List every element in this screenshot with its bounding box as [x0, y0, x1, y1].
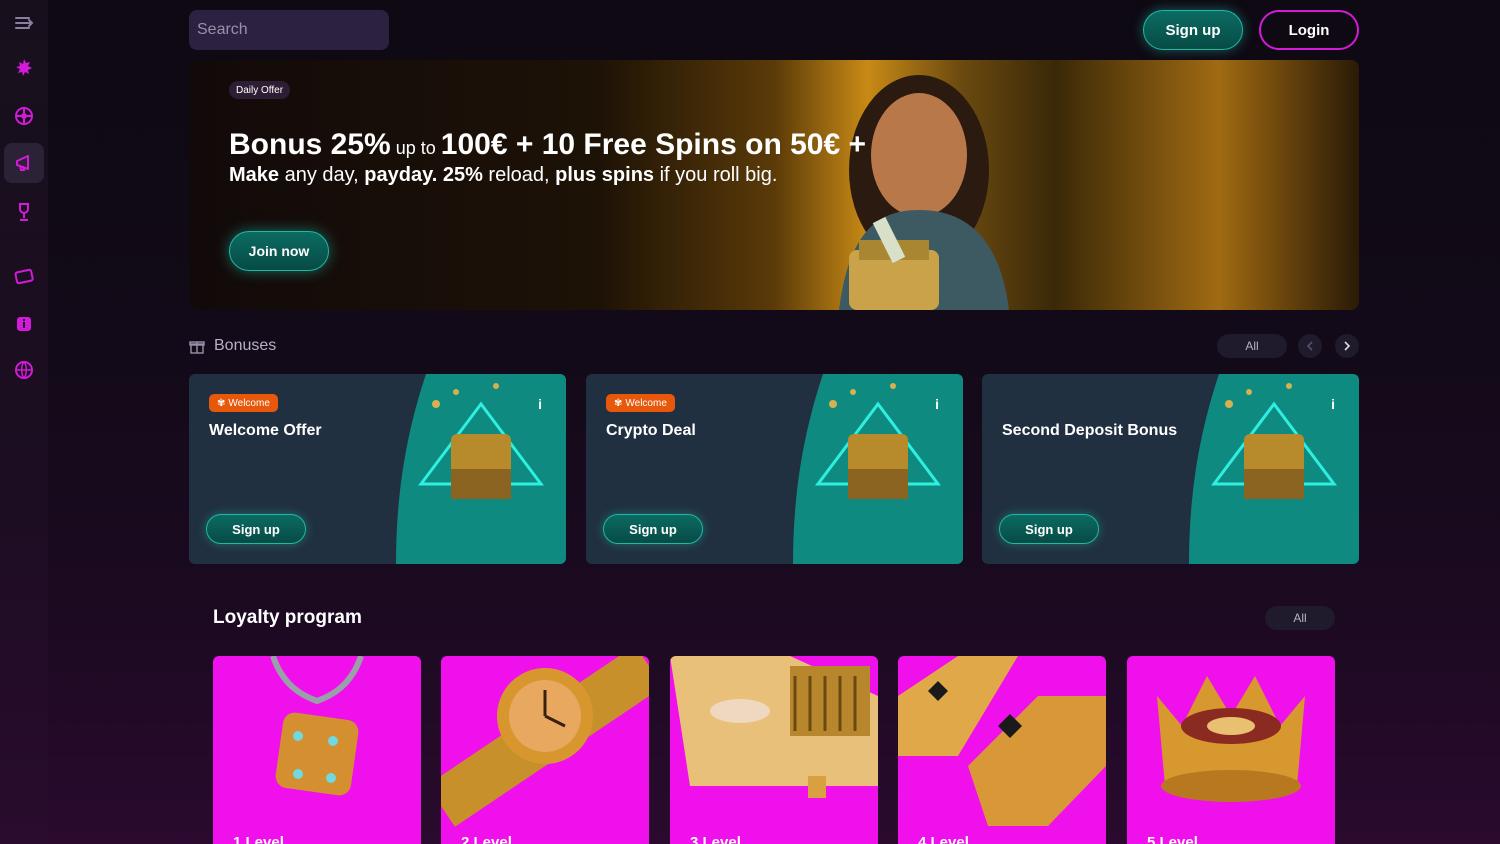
card-title: Welcome Offer: [209, 422, 322, 439]
bonuses-title: Bonuses: [214, 337, 277, 354]
daily-offer-badge: Daily Offer: [229, 81, 291, 99]
gold-watch-image: [441, 656, 649, 827]
welcome-badge: ✾ Welcome: [606, 394, 675, 412]
hero-sub-t2: reload,: [482, 164, 556, 186]
trophy-icon: [19, 203, 29, 221]
level-card[interactable]: 3 Level: [670, 656, 878, 844]
casino-chip-icon: [16, 59, 32, 76]
bonuses-next-button[interactable]: [1335, 334, 1359, 358]
sidebar-item-live[interactable]: [4, 96, 44, 136]
gold-crown-roulette-image: [1157, 676, 1305, 802]
hero-sub-b1: Make: [229, 164, 280, 186]
sidebar-item-tournaments[interactable]: [4, 192, 44, 232]
badge-chip-icon: ✾: [217, 397, 226, 409]
hero-subtitle: Make any day, payday. 25% reload, plus s…: [229, 164, 777, 187]
info-icon[interactable]: i: [1331, 396, 1335, 412]
sidebar-item-language[interactable]: [4, 350, 44, 390]
chevron-left-icon: [1306, 341, 1313, 351]
search-bar[interactable]: [189, 10, 404, 50]
card-signup-button[interactable]: Sign up: [603, 514, 703, 544]
level-label: 3 Level: [690, 834, 741, 844]
card-title: Crypto Deal: [606, 422, 696, 439]
sidebar-item-info[interactable]: [4, 304, 44, 344]
bonuses-heading: Bonuses: [189, 334, 276, 358]
gold-car-image: [670, 656, 878, 798]
info-icon[interactable]: i: [538, 396, 542, 412]
info-icon: [17, 317, 31, 331]
level-label: 5 Level: [1147, 834, 1198, 844]
menu-collapse-button[interactable]: [4, 3, 44, 43]
bonuses-all-button[interactable]: All: [1217, 334, 1287, 358]
badge-label: Welcome: [625, 397, 667, 409]
badge-chip-icon: ✾: [614, 397, 623, 409]
gold-bars-image: [898, 656, 1106, 826]
loyalty-all-button[interactable]: All: [1265, 606, 1335, 630]
sidebar-item-wallet[interactable]: [4, 256, 44, 296]
bonuses-prev-button[interactable]: [1298, 334, 1322, 358]
bonus-card[interactable]: ✾ Welcome Crypto Deal i Sign up: [586, 374, 963, 564]
login-button[interactable]: Login: [1259, 10, 1359, 50]
sidebar: [0, 0, 48, 844]
bonus-card[interactable]: ✾ Welcome Welcome Offer i Sign up: [189, 374, 566, 564]
level-card[interactable]: 2 Level: [441, 656, 649, 844]
join-now-button[interactable]: Join now: [229, 231, 329, 271]
level-label: 2 Level: [461, 834, 512, 844]
signup-button[interactable]: Sign up: [1143, 10, 1243, 50]
wallet-icon: [14, 268, 34, 285]
roulette-icon: [15, 107, 33, 125]
card-signup-button[interactable]: Sign up: [206, 514, 306, 544]
hero-title: Bonus 25% up to 100€ + 10 Free Spins on …: [229, 128, 866, 162]
gold-dice-image: [270, 656, 364, 796]
hero-banner: Daily Offer Bonus 25% up to 100€ + 10 Fr…: [189, 60, 1359, 310]
sidebar-item-promotions[interactable]: [4, 143, 44, 183]
hero-title-rest: 100€ + 10 Free Spins on 50€ +: [440, 128, 867, 161]
promo-megaphone-icon: [16, 155, 29, 171]
chevron-right-icon: [1344, 341, 1351, 351]
hero-sub-t1: any day,: [279, 164, 365, 186]
level-label: 1 Level: [233, 834, 284, 844]
badge-label: Welcome: [228, 397, 270, 409]
hero-title-small: up to: [390, 138, 441, 158]
card-signup-button[interactable]: Sign up: [999, 514, 1099, 544]
menu-collapse-icon: [15, 17, 34, 29]
hero-title-main: Bonus 25%: [229, 128, 391, 161]
level-card[interactable]: 4 Level: [898, 656, 1106, 844]
loyalty-title: Loyalty program: [213, 607, 362, 628]
info-icon[interactable]: i: [935, 396, 939, 412]
card-title: Second Deposit Bonus: [1002, 422, 1178, 439]
level-label: 4 Level: [918, 834, 969, 844]
language-globe-icon: [15, 361, 33, 379]
sidebar-item-casino[interactable]: [4, 47, 44, 87]
gift-icon: [189, 341, 205, 354]
bonus-card[interactable]: Second Deposit Bonus i Sign up: [982, 374, 1359, 564]
welcome-badge: ✾ Welcome: [209, 394, 278, 412]
search-input[interactable]: [197, 21, 404, 39]
hero-sub-t3: if you roll big.: [654, 164, 778, 186]
hero-sub-b2: payday. 25%: [364, 164, 483, 186]
hero-sub-b3: plus spins: [555, 164, 655, 186]
level-card[interactable]: 5 Level: [1127, 656, 1335, 844]
level-card[interactable]: 1 Level: [213, 656, 421, 844]
